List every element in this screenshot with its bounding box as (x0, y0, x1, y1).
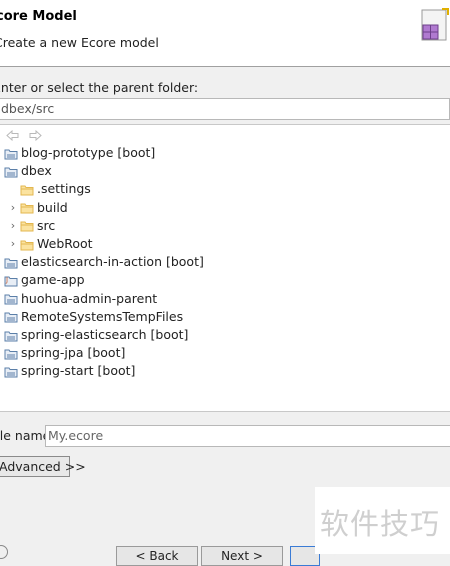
wizard-subtitle: Create a new Ecore model (0, 35, 159, 50)
tree-item[interactable]: dbex (4, 162, 52, 180)
tree-item-label: WebRoot (37, 236, 93, 251)
java-project-icon: J (4, 274, 18, 287)
advanced-button[interactable]: Advanced >> (0, 456, 86, 477)
project-icon (4, 365, 18, 378)
project-icon (4, 292, 18, 305)
folder-tree[interactable]: blog-prototype [boot] dbex .settings › build… (0, 124, 450, 412)
tree-nav (6, 129, 48, 143)
project-icon (4, 329, 18, 342)
tree-item[interactable]: blog-prototype [boot] (4, 144, 155, 162)
tree-item[interactable]: spring-jpa [boot] (4, 344, 125, 362)
next-button[interactable]: Next > (201, 546, 283, 566)
tree-item-label: huohua-admin-parent (21, 290, 158, 306)
project-icon (4, 165, 18, 178)
help-icon[interactable] (0, 545, 8, 559)
tree-item-label: build (37, 199, 68, 215)
tree-item[interactable]: RemoteSystemsTempFiles (4, 308, 183, 326)
folder-icon (20, 201, 34, 214)
tree-item-label: spring-elasticsearch [boot] (21, 327, 189, 342)
project-icon (4, 256, 18, 269)
tree-item[interactable]: Jgame-app (4, 271, 85, 289)
project-icon (4, 347, 18, 360)
tree-item[interactable]: › WebRoot (6, 235, 93, 253)
tree-item-label: blog-prototype [boot] (21, 145, 156, 160)
parent-folder-label: Enter or select the parent folder: (0, 80, 199, 95)
watermark: 软件技巧 (315, 487, 450, 554)
tree-item[interactable]: › src (6, 217, 55, 235)
tree-item[interactable]: elasticsearch-in-action [boot] (4, 253, 204, 271)
chevron-right-icon[interactable]: › (6, 217, 20, 235)
wizard-package-icon (421, 8, 449, 41)
wizard-header: core Model Create a new Ecore model (0, 0, 450, 67)
tree-item-label: game-app (21, 272, 85, 288)
back-arrow-icon[interactable] (6, 129, 19, 144)
tree-item-label: elasticsearch-in-action [boot] (21, 254, 204, 270)
tree-item-label: .settings (37, 181, 91, 197)
tree-item-label: spring-jpa [boot] (21, 345, 126, 361)
folder-icon (20, 238, 34, 251)
tree-item-label: spring-start [boot] (21, 363, 136, 379)
tree-item[interactable]: spring-elasticsearch [boot] (4, 326, 188, 344)
tree-item[interactable]: .settings (6, 180, 91, 198)
tree-item[interactable]: huohua-admin-parent (4, 290, 157, 308)
tree-item-label: dbex (21, 163, 52, 179)
chevron-right-icon[interactable]: › (6, 199, 20, 217)
file-name-input[interactable]: My.ecore (45, 425, 450, 447)
tree-item-label: RemoteSystemsTempFiles (21, 308, 184, 324)
folder-icon (20, 183, 34, 196)
project-icon (4, 310, 18, 323)
watermark-text: 软件技巧 (320, 507, 441, 541)
svg-text:J: J (5, 276, 8, 284)
folder-icon (20, 219, 34, 232)
parent-folder-input[interactable]: dbex/src (0, 98, 450, 120)
tree-item[interactable]: › build (6, 199, 68, 217)
back-button[interactable]: < Back (116, 546, 198, 566)
chevron-right-icon[interactable]: › (6, 235, 20, 253)
forward-arrow-icon[interactable] (29, 129, 42, 144)
project-icon (4, 147, 18, 160)
tree-item[interactable]: spring-start [boot] (4, 362, 135, 380)
wizard-title: core Model (0, 9, 77, 24)
tree-item-label: src (37, 217, 56, 233)
